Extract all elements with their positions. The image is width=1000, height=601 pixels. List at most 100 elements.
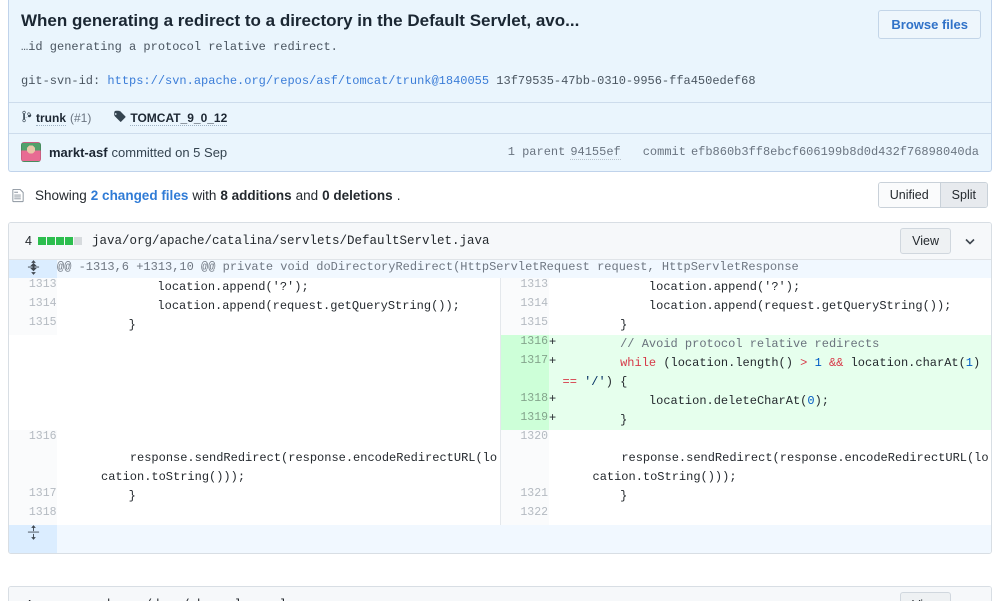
- line-number-new[interactable]: 1318: [501, 392, 549, 411]
- line-code-new[interactable]: // Avoid protocol relative redirects: [563, 335, 992, 354]
- browse-files-button[interactable]: Browse files: [878, 10, 981, 39]
- changed-files-link[interactable]: 2 changed files: [91, 188, 189, 203]
- parent-sha[interactable]: 94155ef: [570, 145, 620, 160]
- branch-icon: [21, 110, 32, 126]
- svn-id-label: git-svn-id:: [21, 74, 107, 88]
- line-code-new[interactable]: }: [563, 411, 992, 430]
- line-number-old[interactable]: 1315: [9, 316, 57, 335]
- line-code-old[interactable]: }: [71, 316, 500, 335]
- line-number-new-cont: [501, 449, 549, 487]
- line-number-new[interactable]: 1322: [501, 506, 549, 525]
- line-code-new[interactable]: location.deleteCharAt(0);: [563, 392, 992, 411]
- file-header: 4 java/org/apache/catalina/servlets/Defa…: [9, 223, 991, 260]
- diff-toolbar: Showing 2 changed files with 8 additions…: [8, 182, 992, 208]
- diffstat-blocks: [38, 237, 82, 245]
- line-number-new[interactable]: 1319: [501, 411, 549, 430]
- line-sign-old: [57, 354, 71, 392]
- line-code-old[interactable]: }: [71, 487, 500, 506]
- chevron-down-icon[interactable]: [957, 597, 983, 601]
- line-code-old[interactable]: location.append(request.getQueryString()…: [71, 297, 500, 316]
- line-number-new[interactable]: 1317: [501, 354, 549, 392]
- tag-icon: [113, 110, 126, 126]
- parent-group: 1 parent 94155ef: [508, 145, 621, 160]
- line-number-old[interactable]: 1314: [9, 297, 57, 316]
- line-code-old[interactable]: location.append('?');: [71, 278, 500, 297]
- commit-message-block: When generating a redirect to a director…: [21, 8, 866, 68]
- line-code-new[interactable]: while (location.length() > 1 && location…: [563, 354, 992, 392]
- expand-hunk-button-bottom[interactable]: [9, 525, 57, 553]
- commit-header-card: When generating a redirect to a director…: [8, 0, 992, 172]
- period: .: [397, 188, 401, 203]
- tab-unified[interactable]: Unified: [879, 183, 940, 207]
- line-code-old[interactable]: [71, 430, 500, 449]
- diff-row-added: 1319 + }: [9, 411, 991, 430]
- line-number-new[interactable]: 1314: [501, 297, 549, 316]
- branch-name[interactable]: trunk: [36, 111, 66, 126]
- line-code-new[interactable]: }: [563, 316, 992, 335]
- avatar[interactable]: [21, 142, 41, 162]
- file-header-2: 4 webapps/docs/changelog.xml View: [9, 587, 991, 601]
- commit-date: committed on 5 Sep: [112, 145, 228, 160]
- refs-row: trunk (#1) TOMCAT_9_0_12: [9, 103, 991, 133]
- diff-row: 1317 } 1321 }: [9, 487, 991, 506]
- diff-table: @@ -1313,6 +1313,10 @@ private void doDi…: [9, 260, 991, 553]
- line-code-old-wrapped[interactable]: response.sendRedirect(response.encodeRed…: [71, 449, 500, 487]
- line-sign-old: [57, 430, 71, 449]
- line-code-new[interactable]: [563, 430, 992, 449]
- tag-name[interactable]: TOMCAT_9_0_12: [130, 111, 227, 126]
- diff-row: 1316 1320: [9, 430, 991, 449]
- tag-ref[interactable]: TOMCAT_9_0_12: [113, 110, 227, 126]
- line-code-new[interactable]: [563, 506, 992, 525]
- line-sign-new: [549, 278, 563, 297]
- expand-bottom-area[interactable]: [57, 525, 991, 553]
- line-number-old-empty: [9, 335, 57, 354]
- branch-ref[interactable]: trunk (#1): [21, 110, 91, 126]
- line-number-old[interactable]: 1317: [9, 487, 57, 506]
- diffstat-block-neutral: [74, 237, 82, 245]
- author-name[interactable]: markt-asf: [49, 145, 108, 160]
- line-code-new[interactable]: location.append(request.getQueryString()…: [563, 297, 992, 316]
- diff-row-added: 1317 + while (location.length() > 1 && l…: [9, 354, 991, 392]
- file-diff-block-2: 4 webapps/docs/changelog.xml View: [8, 586, 992, 601]
- line-number-new[interactable]: 1313: [501, 278, 549, 297]
- commit-sha[interactable]: efb860b3ff8ebcf606199b8d0d432f76898040da: [691, 145, 979, 159]
- diff-row: 1313 location.append('?'); 1313 location…: [9, 278, 991, 297]
- diffstat-block-add: [56, 237, 64, 245]
- line-code-new[interactable]: }: [563, 487, 992, 506]
- chevron-down-icon[interactable]: [957, 233, 983, 249]
- commit-svn-line: git-svn-id: https://svn.apache.org/repos…: [21, 72, 979, 102]
- line-code-old[interactable]: [71, 506, 500, 525]
- line-number-old[interactable]: 1318: [9, 506, 57, 525]
- commit-diff-page: When generating a redirect to a director…: [0, 0, 1000, 601]
- line-sign-old: [57, 487, 71, 506]
- line-number-old[interactable]: 1316: [9, 430, 57, 449]
- showing-prefix: Showing: [35, 188, 87, 203]
- line-number-old[interactable]: 1313: [9, 278, 57, 297]
- line-number-new[interactable]: 1321: [501, 487, 549, 506]
- line-code-new-wrapped[interactable]: response.sendRedirect(response.encodeRed…: [563, 449, 992, 487]
- line-sign-old: [57, 278, 71, 297]
- commit-description: …id generating a protocol relative redir…: [21, 38, 866, 56]
- view-button[interactable]: View: [900, 228, 951, 254]
- svn-url-link[interactable]: https://svn.apache.org/repos/asf/tomcat/…: [107, 74, 489, 88]
- expand-bottom-row: [9, 525, 991, 553]
- line-sign-new: [549, 430, 563, 449]
- commit-meta: 1 parent 94155ef commit efb860b3ff8ebcf6…: [508, 145, 979, 160]
- tab-split[interactable]: Split: [940, 183, 987, 207]
- line-number-new[interactable]: 1320: [501, 430, 549, 449]
- line-sign-new: +: [549, 392, 563, 411]
- line-number-new[interactable]: 1316: [501, 335, 549, 354]
- view-button[interactable]: View: [900, 592, 951, 601]
- line-number-old-cont: [9, 449, 57, 487]
- parent-label: 1 parent: [508, 145, 566, 159]
- line-code-new[interactable]: location.append('?');: [563, 278, 992, 297]
- file-actions: View: [900, 228, 983, 254]
- line-sign-new: [549, 297, 563, 316]
- diff-row: 1318 1322: [9, 506, 991, 525]
- unfold-icon: [27, 527, 40, 543]
- expand-hunk-button[interactable]: [9, 260, 57, 278]
- file-path[interactable]: java/org/apache/catalina/servlets/Defaul…: [92, 234, 490, 248]
- commit-group: commit efb860b3ff8ebcf606199b8d0d432f768…: [643, 145, 979, 159]
- diffstat-block-add: [47, 237, 55, 245]
- line-number-new[interactable]: 1315: [501, 316, 549, 335]
